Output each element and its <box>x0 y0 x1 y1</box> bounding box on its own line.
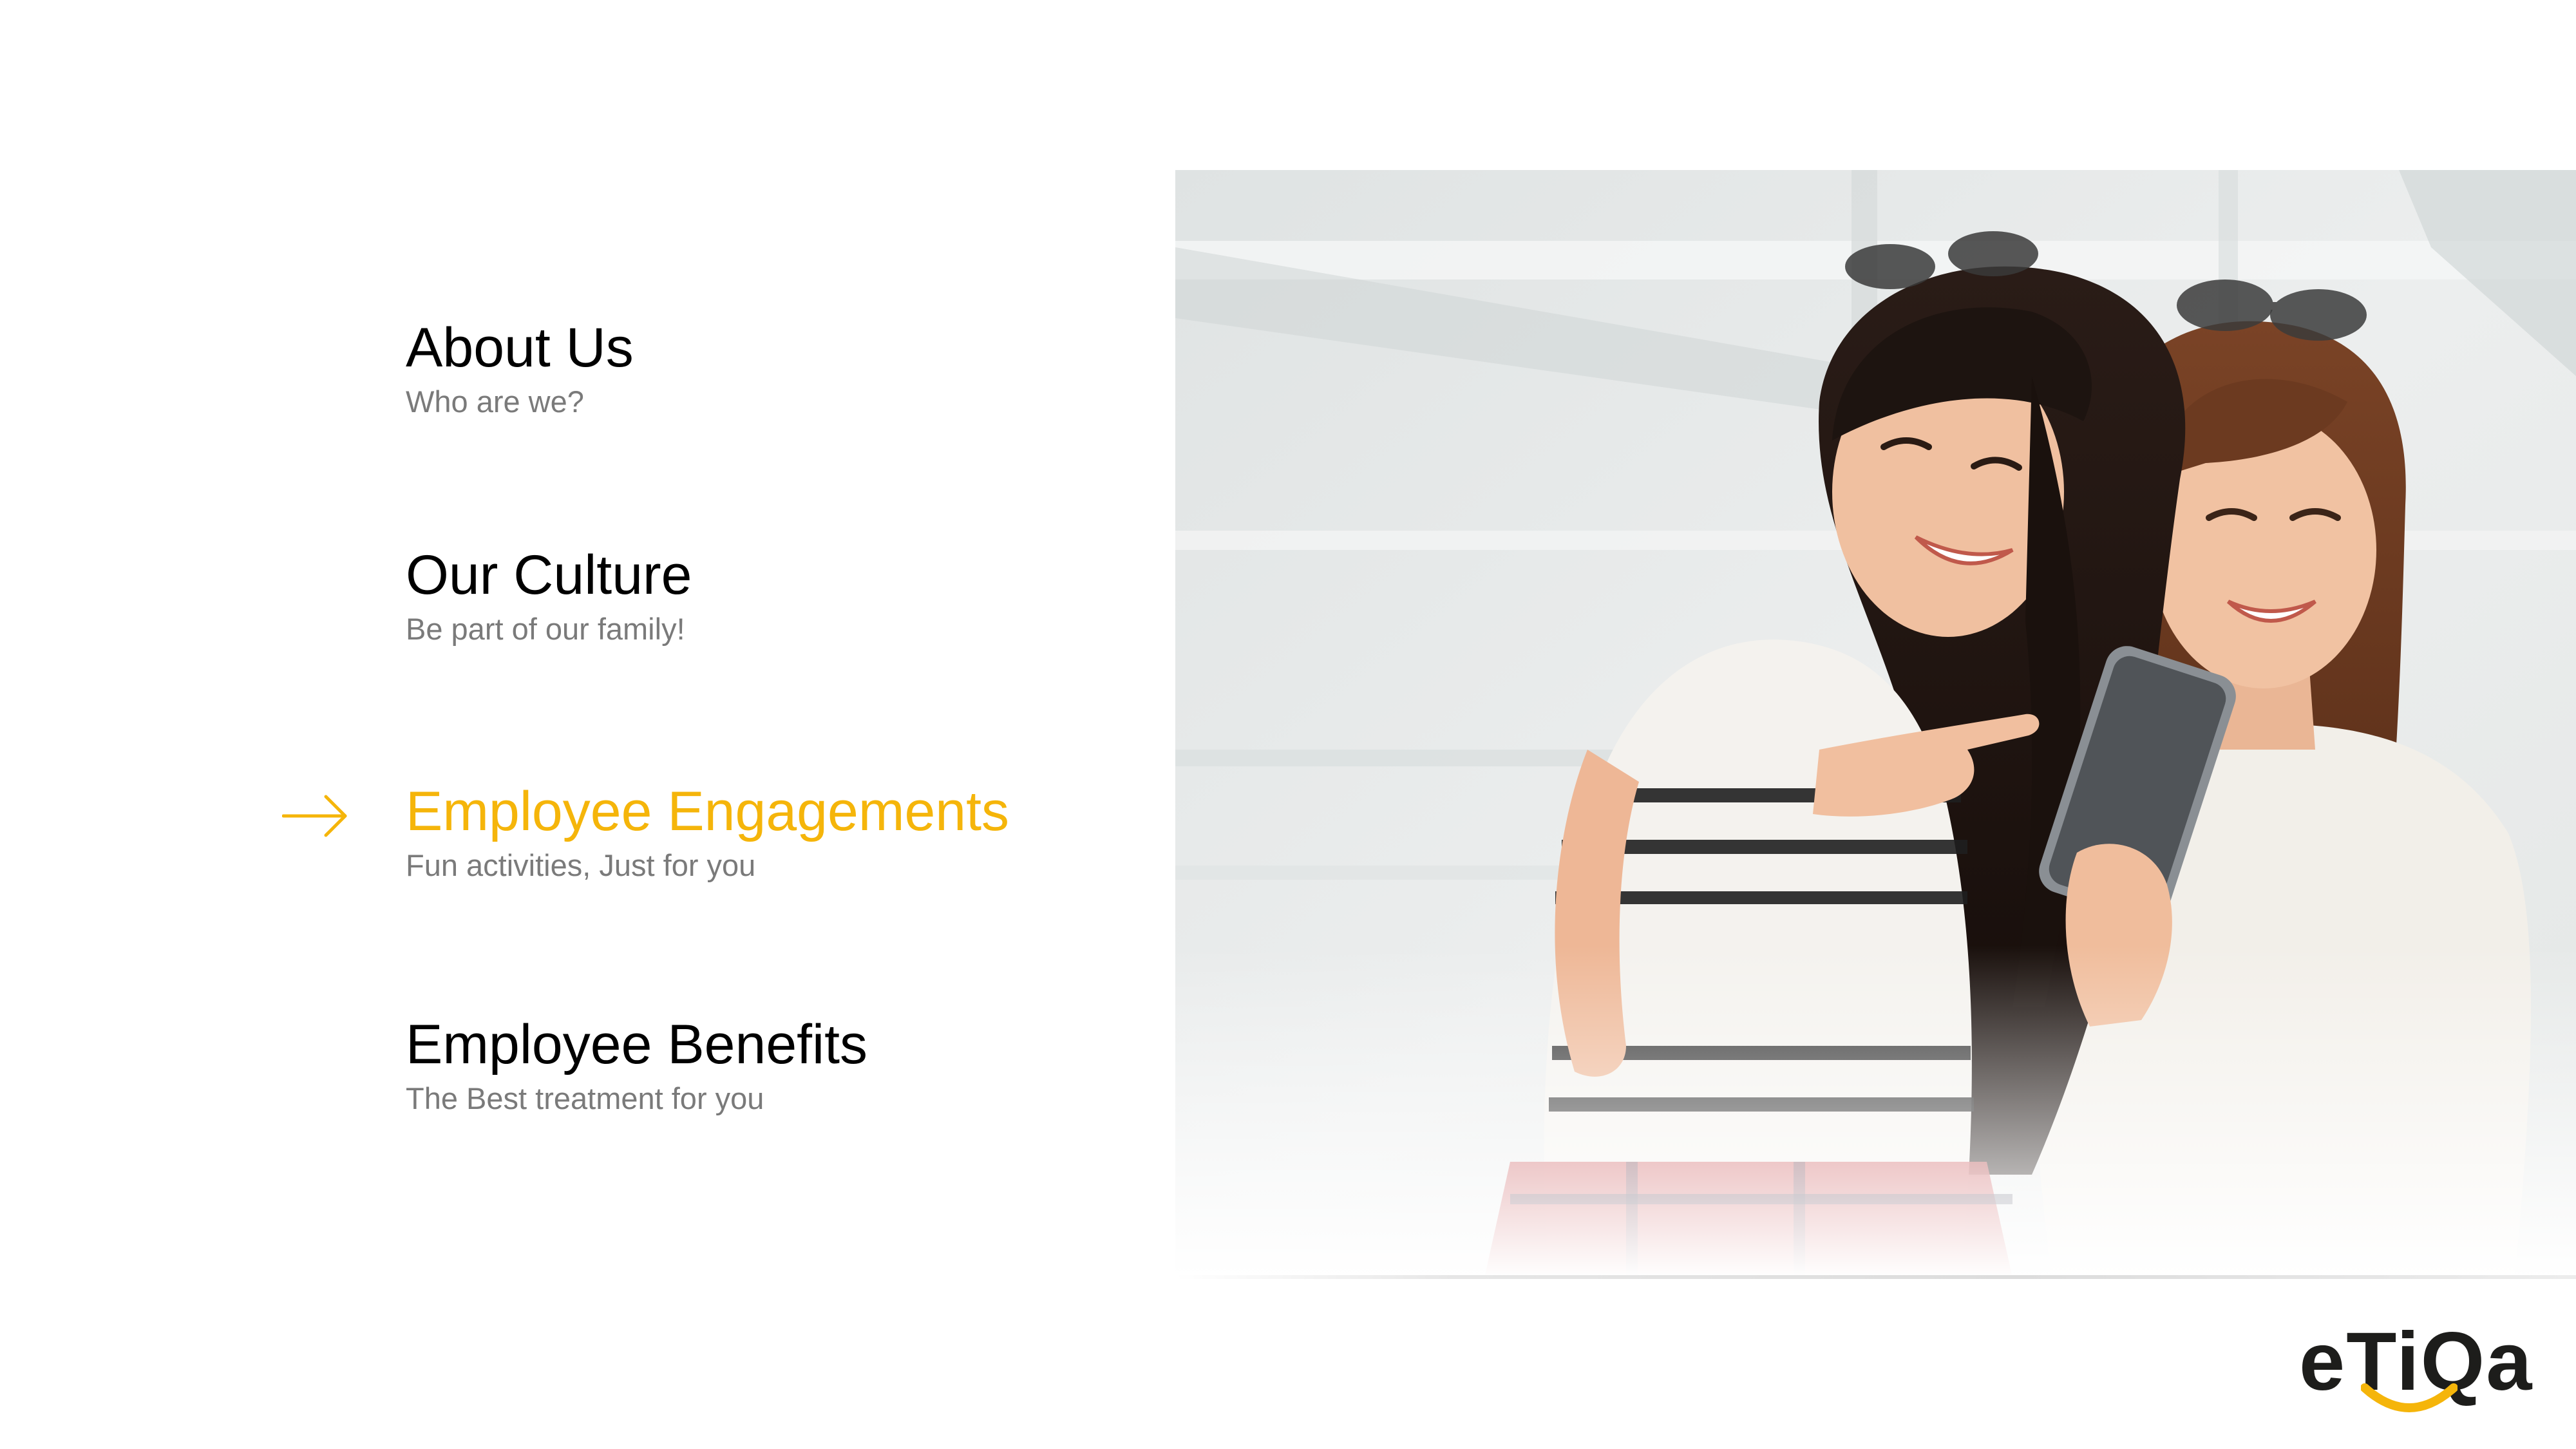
menu-item-employee-benefits[interactable]: Employee Benefits The Best treatment for… <box>406 1012 867 1118</box>
menu-item-title: Employee Engagements <box>406 781 1010 842</box>
menu-item-our-culture[interactable]: Our Culture Be part of our family! <box>406 543 692 649</box>
menu-item-subtitle: The Best treatment for you <box>406 1081 764 1115</box>
menu-item-title: Employee Benefits <box>406 1014 868 1075</box>
menu-item-subtitle: Who are we? <box>406 384 584 419</box>
menu-item-title: About Us <box>406 317 634 379</box>
section-menu: About Us Who are we? Our Culture Be part… <box>0 0 1159 1449</box>
menu-item-about-us[interactable]: About Us Who are we? <box>406 316 634 421</box>
hero-photo <box>1175 170 2576 1278</box>
menu-item-subtitle: Fun activities, Just for you <box>406 848 756 882</box>
smile-swoosh-icon <box>2361 1383 2458 1412</box>
menu-item-subtitle: Be part of our family! <box>406 612 685 646</box>
menu-item-title: Our Culture <box>406 544 692 606</box>
hero-photo-illustration <box>1175 170 2576 1278</box>
arrow-right-icon <box>282 795 347 837</box>
brand-logo[interactable]: eTiQa <box>2299 1317 2532 1420</box>
menu-item-employee-engagements[interactable]: Employee Engagements Fun activities, Jus… <box>406 779 1009 885</box>
slide: About Us Who are we? Our Culture Be part… <box>0 0 2576 1449</box>
photo-divider <box>1175 1275 2576 1279</box>
